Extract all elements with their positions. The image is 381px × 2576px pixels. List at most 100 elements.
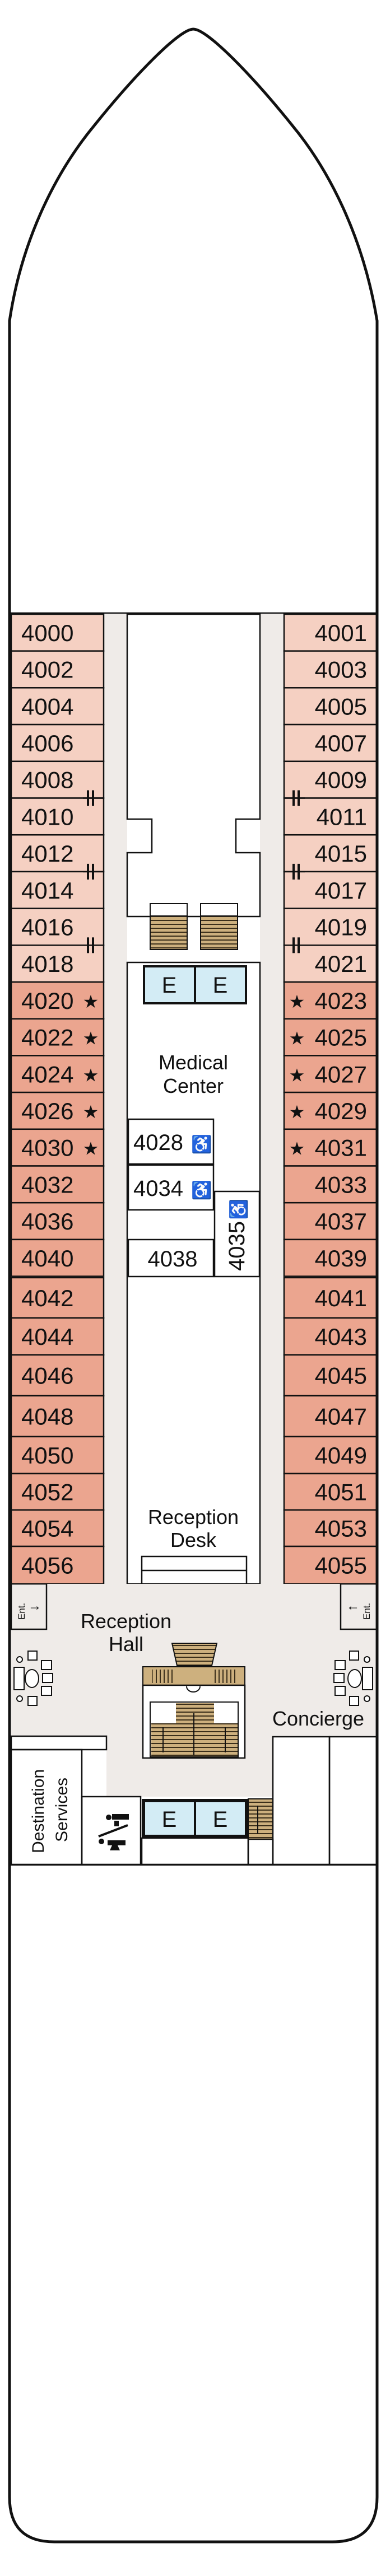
cabin-4001[interactable]: 4001	[283, 613, 378, 652]
cabin-4018[interactable]: 4018	[10, 945, 105, 983]
cabin-number: 4043	[315, 1324, 367, 1350]
star-icon: ★	[289, 1102, 305, 1122]
destination-services-label: Services	[53, 1778, 71, 1842]
arrow-right-icon: →	[28, 1598, 41, 1614]
cabin-4053[interactable]: 4053	[283, 1509, 378, 1548]
cabin-4046[interactable]: 4046	[10, 1354, 105, 1397]
cabin-4023[interactable]: 4023 ★	[283, 981, 378, 1020]
cabin-4002[interactable]: 4002	[10, 650, 105, 689]
cabin-number: 4003	[315, 657, 367, 683]
cabin-4029[interactable]: 4029 ★	[283, 1091, 378, 1130]
cabin-number: 4001	[315, 620, 367, 646]
cabin-number: 4056	[21, 1553, 73, 1579]
starboard-corridor	[260, 614, 284, 1584]
cabin-number: 4033	[315, 1171, 367, 1198]
cabin-number: 4024	[21, 1061, 73, 1087]
cabin-4012[interactable]: 4012	[10, 834, 105, 873]
cabin-4004[interactable]: 4004	[10, 687, 105, 726]
cabin-4003[interactable]: 4003	[283, 650, 378, 689]
star-icon: ★	[289, 1065, 305, 1085]
cabin-4030[interactable]: 4030 ★	[10, 1128, 105, 1167]
cabin-number: 4014	[21, 877, 73, 904]
cabin-4008[interactable]: 4008	[10, 760, 105, 799]
cabin-4048[interactable]: 4048	[10, 1395, 105, 1438]
star-icon: ★	[83, 1028, 99, 1049]
cabin-number: 4028	[133, 1130, 183, 1155]
concierge-label[interactable]: Concierge	[272, 1707, 364, 1730]
cabin-4033[interactable]: 4033	[283, 1165, 378, 1204]
cabin-4007[interactable]: 4007	[283, 723, 378, 763]
reception-hall-label: Reception	[81, 1610, 171, 1633]
cabin-4039[interactable]: 4039	[283, 1238, 378, 1277]
cabin-4024[interactable]: 4024 ★	[10, 1055, 105, 1093]
cabin-number: 4025	[315, 1025, 367, 1051]
elevator-label: E	[162, 1807, 177, 1832]
cabin-number: 4007	[315, 730, 367, 756]
cabin-4022[interactable]: 4022 ★	[10, 1018, 105, 1056]
star-icon: ★	[289, 992, 305, 1012]
star-icon: ★	[83, 1139, 99, 1159]
cabin-number: 4009	[315, 767, 367, 793]
cabin-4040[interactable]: 4040	[10, 1238, 105, 1277]
cabin-4045[interactable]: 4045	[283, 1354, 378, 1397]
cabin-4027[interactable]: 4027 ★	[283, 1055, 378, 1093]
cabin-number: 4021	[315, 951, 367, 977]
cabin-4055[interactable]: 4055	[283, 1545, 378, 1585]
cabin-4032[interactable]: 4032	[10, 1165, 105, 1204]
cabin-number: 4015	[315, 840, 367, 867]
cabin-4042[interactable]: 4042	[10, 1277, 105, 1319]
port-corridor	[104, 614, 127, 1584]
cabin-number: 4040	[21, 1245, 73, 1271]
cabin-number: 4027	[315, 1061, 367, 1087]
cabin-number: 4044	[21, 1324, 73, 1350]
arrow-left-icon: ←	[346, 1598, 360, 1614]
cabin-4043[interactable]: 4043	[283, 1317, 378, 1356]
cabin-4000[interactable]: 4000	[10, 613, 105, 652]
cabin-number: 4047	[315, 1404, 367, 1430]
cabin-4050[interactable]: 4050	[10, 1436, 105, 1475]
cabin-4020[interactable]: 4020 ★	[10, 981, 105, 1020]
wheelchair-icon: ♿	[229, 1199, 248, 1219]
cabin-4044[interactable]: 4044	[10, 1317, 105, 1356]
cabin-4036[interactable]: 4036	[10, 1201, 105, 1241]
entrance-label: Ent.	[361, 1603, 372, 1620]
cabin-number: 4017	[315, 877, 367, 904]
cabin-4056[interactable]: 4056	[10, 1545, 105, 1585]
cabin-number: 4022	[21, 1025, 73, 1051]
cabin-number: 4050	[21, 1442, 73, 1469]
cabin-number: 4029	[315, 1098, 367, 1124]
cabin-number: 4048	[21, 1404, 73, 1430]
cabin-number: 4030	[21, 1135, 73, 1161]
cabin-number: 4055	[315, 1553, 367, 1579]
cabin-4047[interactable]: 4047	[283, 1395, 378, 1438]
cabin-number: 4037	[315, 1208, 367, 1235]
reception-desk-label: Reception	[148, 1506, 239, 1528]
cabin-4005[interactable]: 4005	[283, 687, 378, 726]
stairs-icon[interactable]	[248, 1798, 273, 1840]
cabin-4026[interactable]: 4026 ★	[10, 1091, 105, 1130]
cabin-4006[interactable]: 4006	[10, 723, 105, 763]
cabin-number: 4051	[315, 1479, 367, 1506]
cabin-number: 4008	[21, 767, 73, 793]
cabin-4052[interactable]: 4052	[10, 1472, 105, 1511]
medical-center-label: Medical	[159, 1051, 228, 1074]
cabin-number: 4026	[21, 1098, 73, 1124]
entrance-label: Ent.	[16, 1603, 27, 1620]
cabin-4031[interactable]: 4031 ★	[283, 1128, 378, 1167]
cabin-number: 4038	[148, 1247, 198, 1271]
cabin-4010[interactable]: 4010	[10, 797, 105, 836]
destination-services-label: Destination	[29, 1769, 48, 1853]
cabin-number: 4010	[21, 803, 73, 830]
cabin-number: 4041	[315, 1285, 367, 1311]
cabin-4014[interactable]: 4014	[10, 871, 105, 909]
cabin-4049[interactable]: 4049	[283, 1436, 378, 1475]
cabin-4054[interactable]: 4054	[10, 1509, 105, 1548]
cabin-4041[interactable]: 4041	[283, 1277, 378, 1319]
cabin-number: 4004	[21, 693, 73, 719]
cabin-4025[interactable]: 4025 ★	[283, 1018, 378, 1056]
cabin-number: 4053	[315, 1516, 367, 1542]
cabin-4037[interactable]: 4037	[283, 1201, 378, 1241]
cabin-4051[interactable]: 4051	[283, 1472, 378, 1511]
wheelchair-icon: ♿	[191, 1180, 212, 1200]
cabin-4016[interactable]: 4016	[10, 908, 105, 946]
